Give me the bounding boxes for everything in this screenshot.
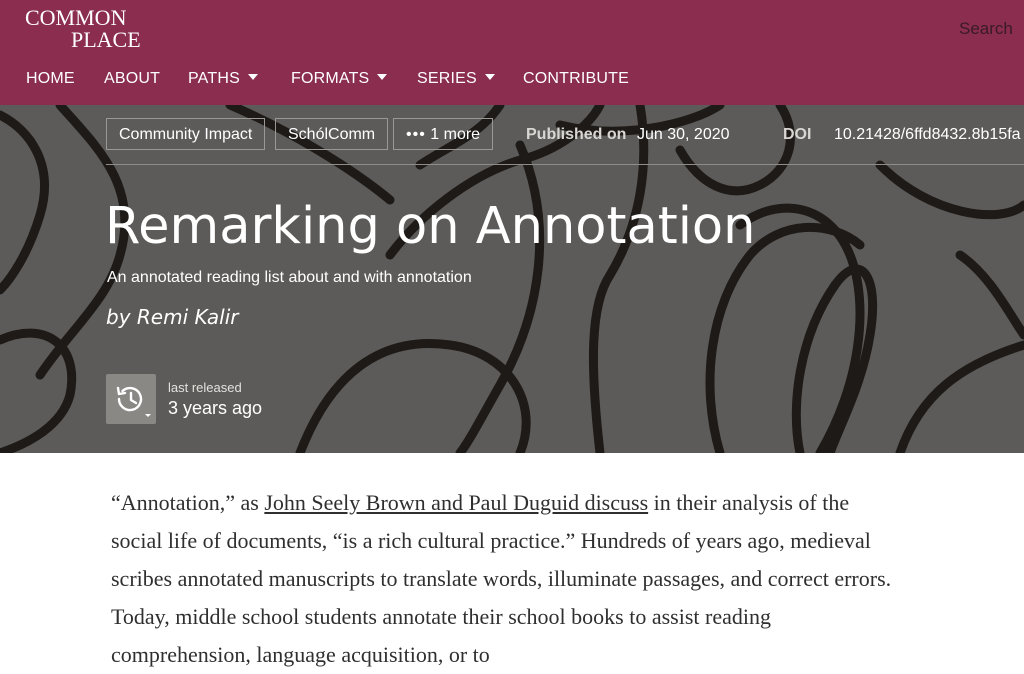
nav-series-label: SERIES (417, 70, 477, 87)
release-history-button[interactable] (106, 374, 156, 424)
nav-about[interactable]: ABOUT (104, 70, 160, 88)
citation-link[interactable]: John Seely Brown and Paul Duguid discuss (264, 490, 648, 515)
logo-line-2: PLACE (71, 27, 141, 52)
last-released-value: 3 years ago (168, 398, 263, 418)
more-dots-icon: ••• (406, 126, 426, 143)
article-header-hero: Community Impact SchólComm ••• 1 more Pu… (0, 105, 1024, 453)
doi-value[interactable]: 10.21428/6ffd8432.8b15fa (834, 126, 1021, 144)
tag-label: SchólComm (288, 126, 376, 143)
published-date: Jun 30, 2020 (637, 126, 730, 143)
nav-home-label: HOME (26, 70, 75, 87)
caret-down-icon (484, 74, 495, 80)
page-title: Remarking on Annotation (105, 197, 756, 256)
search-link[interactable]: Search (959, 19, 1013, 39)
paragraph-text: “Annotation,” as (111, 490, 265, 515)
article-body: “Annotation,” as John Seely Brown and Pa… (111, 484, 901, 674)
nav-paths[interactable]: PATHS (188, 70, 258, 88)
logo-line-1: COMMON (25, 5, 127, 30)
nav-formats-label: FORMATS (291, 70, 370, 87)
top-navigation-bar: COMMON PLACE Search HOME ABOUT PATHS FOR… (0, 0, 1024, 105)
nav-home[interactable]: HOME (26, 70, 75, 88)
doi-label: DOI (783, 126, 812, 143)
caret-down-icon (377, 74, 388, 80)
nav-formats[interactable]: FORMATS (291, 70, 388, 88)
commonplace-logo[interactable]: COMMON PLACE (25, 5, 165, 52)
tag-label: 1 more (430, 126, 481, 143)
nav-contribute-label: CONTRIBUTE (523, 70, 629, 87)
page-subtitle: An annotated reading list about and with… (107, 269, 472, 286)
paragraph-text: in their analysis of the social life of … (111, 490, 892, 667)
divider (106, 164, 1024, 165)
nav-contribute[interactable]: CONTRIBUTE (523, 70, 629, 88)
nav-paths-label: PATHS (188, 70, 240, 87)
tag-scholcomm[interactable]: SchólComm (275, 118, 389, 150)
tag-community-impact[interactable]: Community Impact (106, 118, 266, 150)
caret-down-icon (247, 74, 258, 80)
tag-label: Community Impact (119, 126, 253, 143)
published-label: Published on (526, 126, 627, 143)
author-byline[interactable]: by Remi Kalir (106, 305, 238, 329)
nav-about-label: ABOUT (104, 70, 161, 87)
last-released-label: last released (168, 380, 242, 395)
history-icon (116, 386, 151, 417)
nav-series[interactable]: SERIES (417, 70, 495, 88)
tag-more[interactable]: ••• 1 more (393, 118, 494, 150)
paragraph: “Annotation,” as John Seely Brown and Pa… (111, 484, 901, 674)
